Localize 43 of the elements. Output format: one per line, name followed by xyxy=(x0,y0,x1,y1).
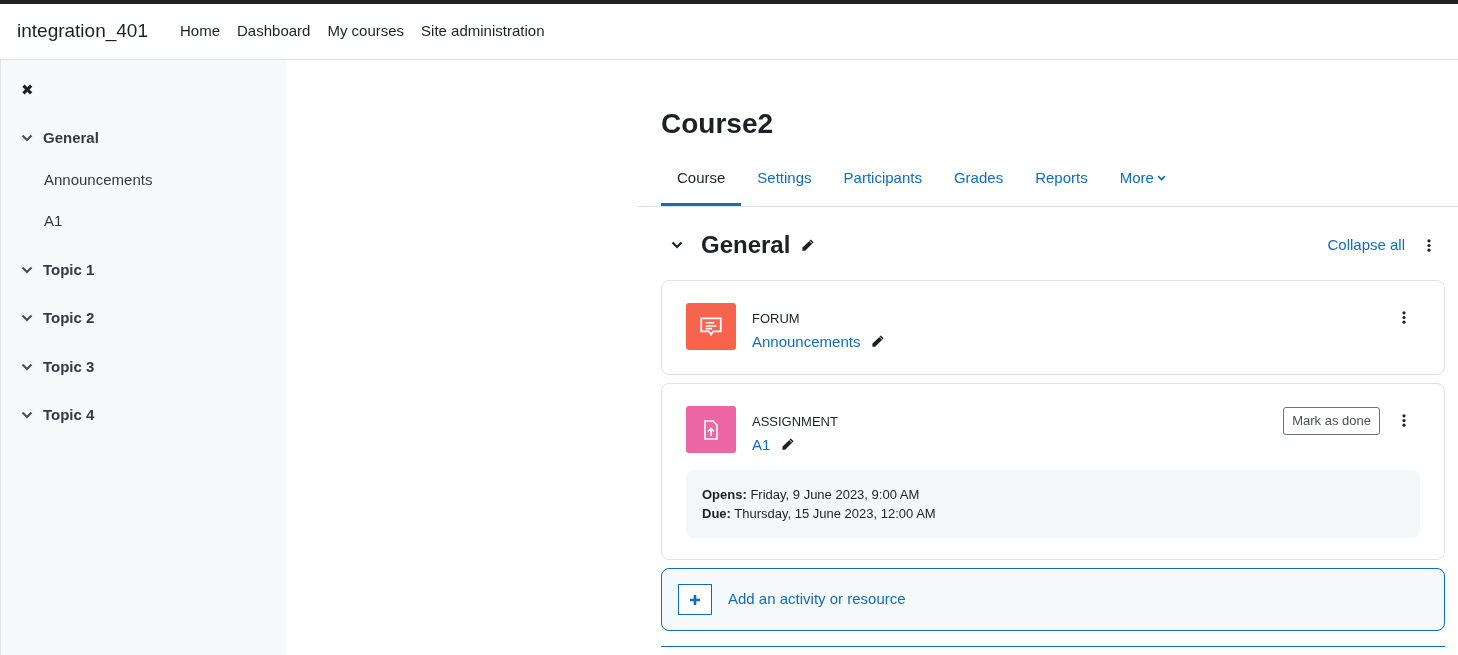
mark-as-done-button[interactable]: Mark as done xyxy=(1283,406,1380,435)
section-link[interactable]: Topic 4 xyxy=(43,404,95,427)
section-link[interactable]: Topic 1 xyxy=(43,258,95,281)
activity-name-link[interactable]: A1 xyxy=(752,433,771,456)
chevron-down-icon xyxy=(21,265,33,274)
section-heading: General xyxy=(701,230,791,260)
activity-name-link[interactable]: Announcements xyxy=(752,330,861,353)
more-options-icon[interactable] xyxy=(1402,414,1406,427)
date-line: Due: Thursday, 15 June 2023, 12:00 AM xyxy=(702,505,937,523)
close-drawer-button[interactable]: ✖ xyxy=(21,82,34,97)
chevron-down-icon xyxy=(21,314,33,323)
plus-icon xyxy=(678,584,712,615)
pencil-icon[interactable] xyxy=(870,334,886,350)
nav-tab[interactable]: Participants xyxy=(827,153,938,206)
nav-tab[interactable]: More xyxy=(1103,153,1182,206)
more-options-icon[interactable] xyxy=(1427,238,1431,252)
nav-link[interactable]: Home xyxy=(180,20,220,43)
chevron-down-icon xyxy=(21,134,33,143)
nav-tab[interactable]: Settings xyxy=(741,153,828,206)
nav-link[interactable]: Dashboard xyxy=(237,20,311,43)
nav-link[interactable]: Site administration xyxy=(421,20,545,43)
section-link[interactable]: General xyxy=(43,127,99,150)
pencil-icon[interactable] xyxy=(800,237,816,253)
course-title: Course2 xyxy=(661,107,775,141)
date-line: Opens: Friday, 9 June 2023, 9:00 AM xyxy=(702,486,921,504)
chevron-down-icon xyxy=(21,411,33,420)
chevron-down-icon xyxy=(671,241,683,249)
activity-type-label: ASSIGNMENT xyxy=(752,413,838,431)
pencil-icon[interactable] xyxy=(780,437,796,453)
nav-tab[interactable]: Course xyxy=(661,153,742,206)
add-activity-button[interactable]: Add an activity or resource xyxy=(661,568,1445,631)
section-link[interactable]: Topic 2 xyxy=(43,307,95,330)
site-name[interactable]: integration_401 xyxy=(17,17,148,46)
nav-link[interactable]: My courses xyxy=(327,20,405,43)
nav-tab[interactable]: Reports xyxy=(1019,153,1104,206)
activity-link[interactable]: A1 xyxy=(44,210,286,233)
section-link[interactable]: Topic 3 xyxy=(43,355,95,378)
activity-type-label: FORUM xyxy=(752,310,801,328)
chevron-down-icon xyxy=(21,362,33,371)
activity-link[interactable]: Announcements xyxy=(44,168,286,191)
nav-tab[interactable]: Grades xyxy=(937,153,1020,206)
collapse-all-link[interactable]: Collapse all xyxy=(1327,233,1405,257)
more-options-icon[interactable] xyxy=(1402,311,1406,324)
